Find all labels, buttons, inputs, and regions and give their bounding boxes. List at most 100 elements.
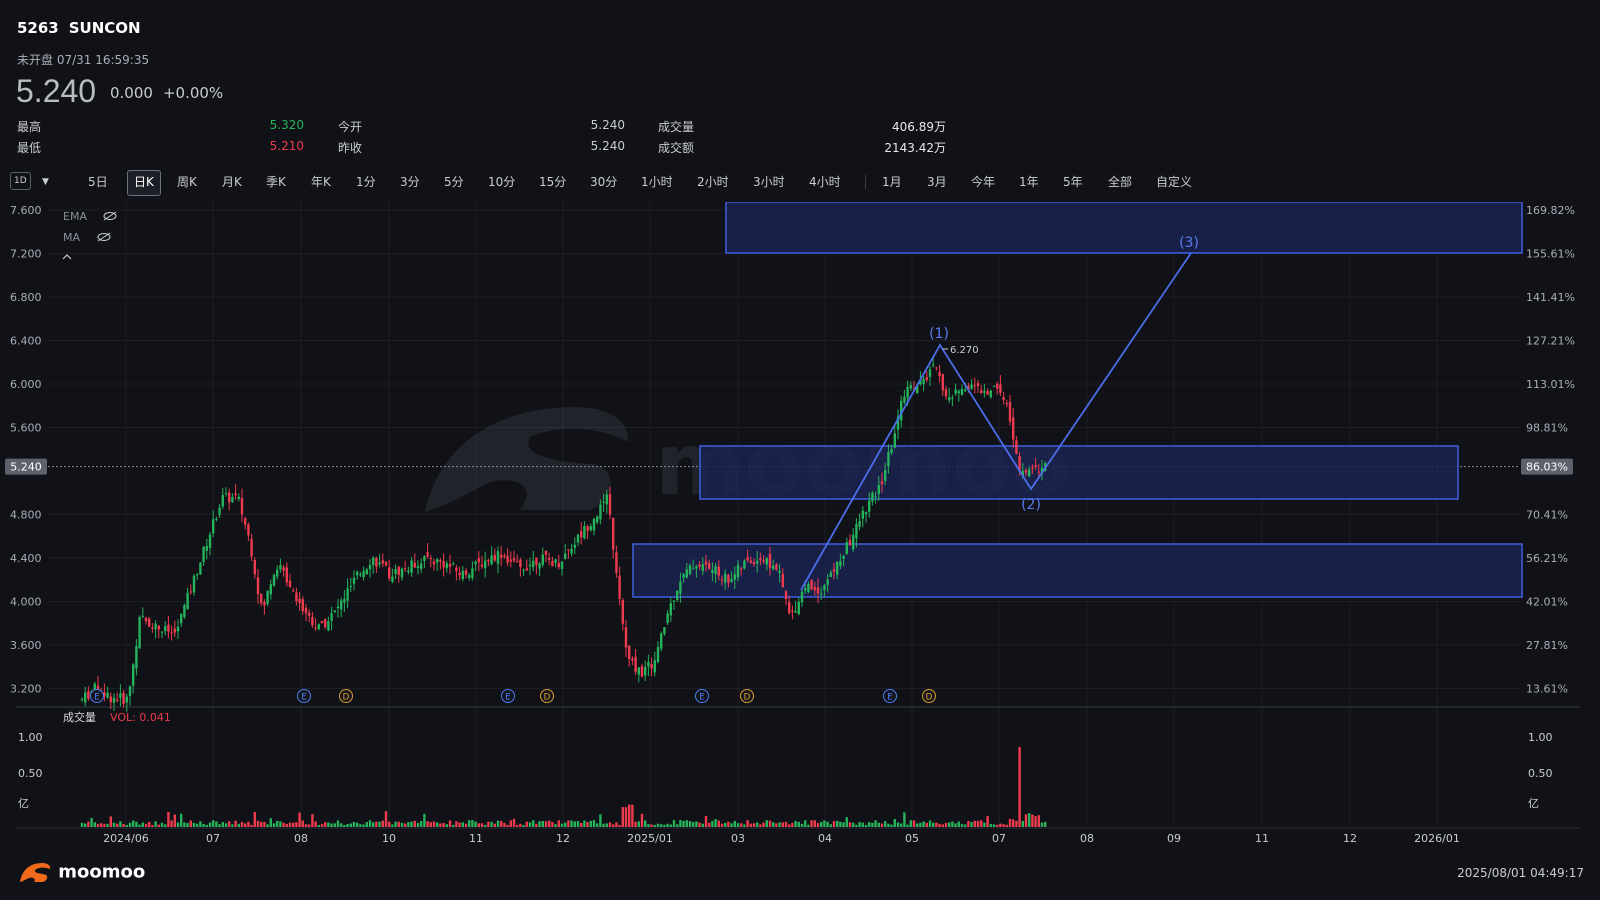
volume-bar xyxy=(880,823,884,827)
candle-body xyxy=(634,656,637,672)
timeframe-tab-0[interactable]: 5日 xyxy=(82,170,114,194)
timeframe-tab-6[interactable]: 1分 xyxy=(350,170,382,194)
candle-body xyxy=(416,565,420,569)
candle-body xyxy=(800,591,804,603)
volume-bar xyxy=(973,820,976,827)
range-tab-5[interactable]: 全部 xyxy=(1102,170,1138,194)
timeframe-tab-8[interactable]: 5分 xyxy=(438,170,470,194)
volume-bar xyxy=(580,822,583,827)
candle-body xyxy=(343,599,346,603)
volume-bar xyxy=(701,823,704,827)
candle-body xyxy=(720,579,724,581)
timeframe-tab-7[interactable]: 3分 xyxy=(394,170,426,194)
volume-bar xyxy=(442,822,445,827)
interval-selector-button[interactable]: 1D xyxy=(10,172,31,190)
chevron-down-icon[interactable]: ▼ xyxy=(36,170,55,194)
volume-bar xyxy=(708,822,711,827)
low-value: 5.210 xyxy=(269,139,304,153)
low-label: 最低 xyxy=(17,141,42,155)
price-chart[interactable]: moomoo 7.6007.2006.8006.4006.0005.6004.8… xyxy=(0,202,1600,852)
timeframe-tab-4[interactable]: 季K xyxy=(260,170,292,194)
volume-bar xyxy=(948,822,951,827)
candle-body xyxy=(576,534,580,543)
candle-body xyxy=(1015,440,1018,454)
range-tab-2[interactable]: 今年 xyxy=(965,170,1001,194)
candle-body xyxy=(976,383,980,387)
timeframe-tab-15[interactable]: 4小时 xyxy=(803,170,847,194)
candle-body xyxy=(493,554,496,561)
candle-body xyxy=(548,557,551,560)
volume-bar xyxy=(608,822,612,827)
volume-bar xyxy=(624,807,628,827)
timeframe-tab-9[interactable]: 10分 xyxy=(482,170,521,194)
volume-tick-left: 亿 xyxy=(18,797,29,810)
volume-label: 成交量 xyxy=(658,120,695,134)
timeframe-tab-11[interactable]: 30分 xyxy=(584,170,623,194)
volume-bar xyxy=(957,821,960,827)
candle-body xyxy=(544,551,548,555)
volume-bar xyxy=(282,822,285,827)
volume-bar xyxy=(199,821,202,827)
volume-bar xyxy=(544,821,548,827)
event-marker-letter: E xyxy=(887,693,893,703)
candle-body xyxy=(301,599,304,611)
volume-bar xyxy=(132,820,135,827)
range-tab-6[interactable]: 自定义 xyxy=(1150,170,1198,194)
timeframe-tab-5[interactable]: 年K xyxy=(305,170,337,194)
candle-body xyxy=(164,626,167,632)
timeframe-tab-2[interactable]: 周K xyxy=(171,170,203,194)
price-zone-1 xyxy=(699,445,1459,500)
candle-body xyxy=(676,590,679,600)
candle-body xyxy=(813,586,816,591)
range-tab-1[interactable]: 3月 xyxy=(921,170,953,194)
candle-body xyxy=(199,562,202,575)
volume-bar xyxy=(448,820,452,827)
candle-body xyxy=(836,561,839,575)
volume-bar xyxy=(154,821,157,827)
percent-tick: 56.21% xyxy=(1526,552,1568,565)
candle-body xyxy=(240,498,244,515)
current-percent-tag: 86.03% xyxy=(1526,461,1568,474)
volume-bar xyxy=(554,824,557,827)
timeframe-tab-1[interactable]: 日K xyxy=(127,170,161,196)
candle-body xyxy=(804,588,807,591)
percent-tick: 169.82% xyxy=(1526,204,1575,217)
timeframe-tab-10[interactable]: 15分 xyxy=(533,170,572,194)
volume-bar xyxy=(596,823,599,827)
timeframe-tab-12[interactable]: 1小时 xyxy=(635,170,679,194)
candle-body xyxy=(663,627,666,635)
range-tab-3[interactable]: 1年 xyxy=(1013,170,1045,194)
volume-bar xyxy=(205,824,208,827)
event-marker-letter: D xyxy=(744,693,751,703)
candle-body xyxy=(295,592,298,602)
timeframe-tab-14[interactable]: 3小时 xyxy=(747,170,791,194)
candle-body xyxy=(871,492,874,502)
candle-body xyxy=(215,518,218,521)
volume-bar xyxy=(122,823,125,827)
volume-bar xyxy=(372,822,375,827)
candle-body xyxy=(653,660,656,673)
volume-bar xyxy=(839,821,842,827)
timeframe-tab-3[interactable]: 月K xyxy=(216,170,248,194)
candle-body xyxy=(362,571,365,578)
volume-bar xyxy=(1008,818,1012,827)
volume-bar xyxy=(762,822,765,827)
timeframe-tab-13[interactable]: 2小时 xyxy=(691,170,735,194)
candle-body xyxy=(372,557,375,566)
volume-bar xyxy=(960,824,964,827)
range-tab-0[interactable]: 1月 xyxy=(876,170,908,194)
candle-body xyxy=(704,561,708,565)
candle-body xyxy=(906,386,909,398)
volume-bar xyxy=(202,823,205,827)
volume-bar xyxy=(474,821,477,827)
high-label: 最高 xyxy=(17,120,42,134)
candle-body xyxy=(701,564,704,571)
candle-body xyxy=(973,385,976,387)
candle-body xyxy=(112,697,116,703)
candle-body xyxy=(237,496,240,500)
candle-body xyxy=(480,564,484,567)
range-tab-4[interactable]: 5年 xyxy=(1057,170,1089,194)
candle-body xyxy=(391,576,394,582)
candle-body xyxy=(445,563,448,569)
candle-body xyxy=(781,573,784,588)
